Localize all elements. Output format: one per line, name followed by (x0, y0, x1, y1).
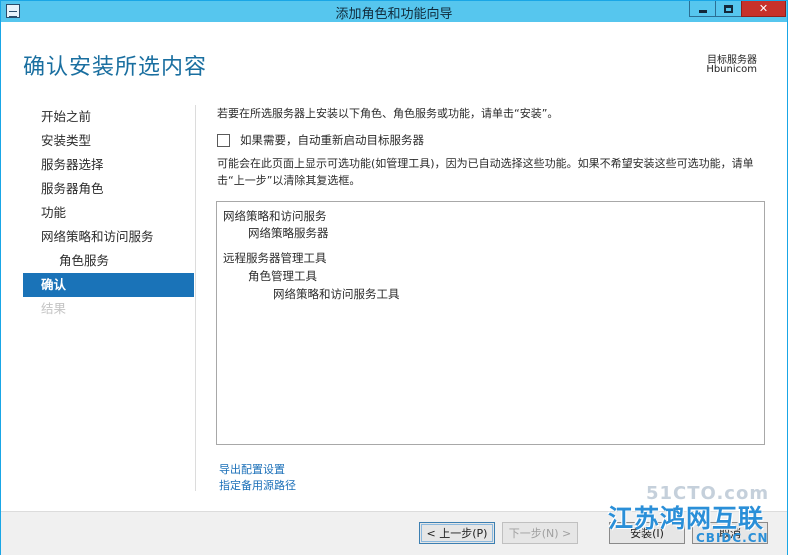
list-item: 角色管理工具 (248, 269, 317, 283)
list-item: 网络策略和访问服务工具 (273, 287, 400, 301)
nav-item-role-services[interactable]: 角色服务 (23, 249, 194, 273)
title-bar[interactable]: 添加角色和功能向导 ✕ (1, 1, 787, 22)
nav-item-features[interactable]: 功能 (23, 201, 194, 225)
nav-item-server-roles[interactable]: 服务器角色 (23, 177, 194, 201)
nav-item-installation-type[interactable]: 安装类型 (23, 129, 194, 153)
list-item: 远程服务器管理工具 (223, 251, 327, 265)
nav-item-results: 结果 (41, 301, 67, 316)
nav-item-confirmation[interactable]: 确认 (23, 273, 194, 297)
optional-features-note: 可能会在此页面上显示可选功能(如管理工具)，因为已自动选择这些功能。如果不希望安… (217, 157, 754, 187)
restart-option[interactable]: 如果需要，自动重新启动目标服务器 (217, 132, 424, 148)
nav-item-before-you-begin[interactable]: 开始之前 (23, 105, 194, 129)
watermark-domain: CBIDC.CN (696, 531, 769, 545)
restart-checkbox-label[interactable]: 如果需要，自动重新启动目标服务器 (240, 132, 424, 148)
list-item: 网络策略服务器 (248, 226, 329, 240)
window-title: 添加角色和功能向导 (335, 7, 453, 22)
nav-divider (195, 105, 196, 491)
next-button: 下一步(N) > (502, 522, 578, 544)
export-config-link[interactable]: 导出配置设置 (219, 461, 285, 477)
nav-item-server-selection[interactable]: 服务器选择 (23, 153, 194, 177)
minimize-icon (698, 10, 707, 13)
watermark-logo: 江苏鸿网互联 (608, 504, 765, 533)
previous-button[interactable]: < 上一步(P) (419, 522, 495, 544)
nav-item-npas[interactable]: 网络策略和访问服务 (23, 225, 194, 249)
maximize-icon (724, 4, 733, 13)
wizard-window: 添加角色和功能向导 ✕ 确认安装所选内容 目标服务器 Hbunicom 开始之前… (0, 0, 788, 555)
selection-list[interactable]: 网络策略和访问服务 网络策略服务器 远程服务器管理工具 角色管理工具 网络策略和… (216, 201, 765, 445)
list-item: 网络策略和访问服务 (223, 209, 327, 223)
restart-checkbox[interactable] (217, 133, 230, 147)
intro-text: 若要在所选服务器上安装以下角色、角色服务或功能，请单击“安装”。 (217, 107, 559, 120)
maximize-button[interactable] (715, 1, 742, 17)
close-button[interactable]: ✕ (741, 1, 786, 17)
alternate-source-link[interactable]: 指定备用源路径 (219, 477, 296, 493)
close-icon: ✕ (758, 2, 769, 15)
minimize-button[interactable] (689, 1, 716, 17)
page-title: 确认安装所选内容 (23, 55, 208, 80)
target-server-name: Hbunicom (706, 64, 757, 75)
wizard-nav: 开始之前 安装类型 服务器选择 服务器角色 功能 网络策略和访问服务 角色服务 … (23, 105, 194, 321)
